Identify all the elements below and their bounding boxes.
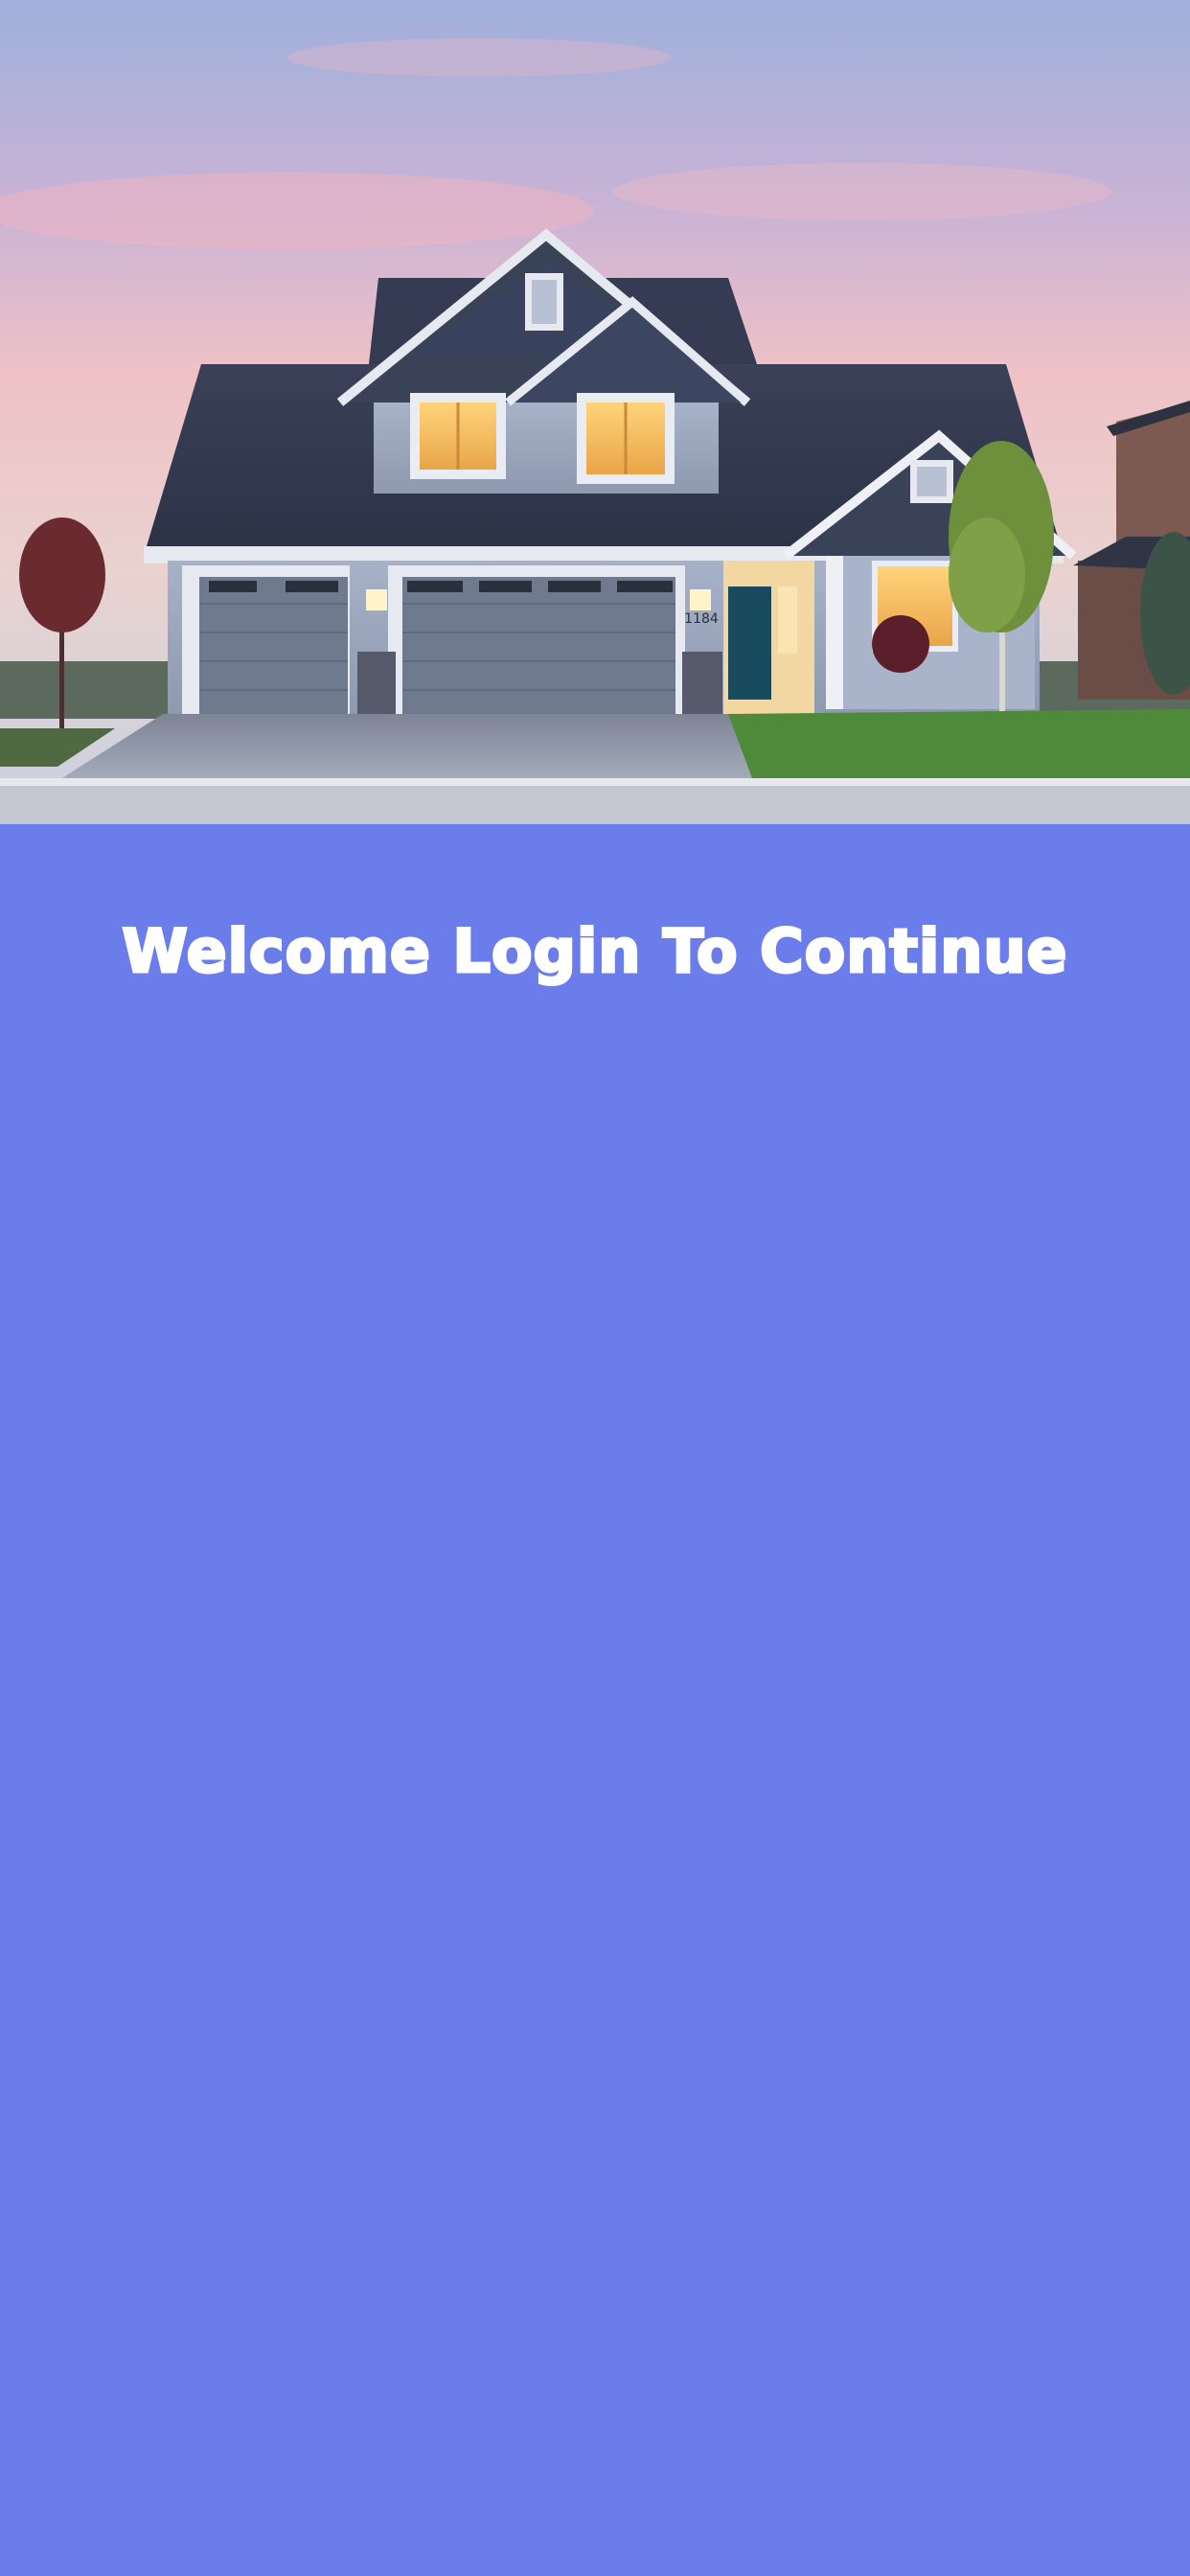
house-photo: 1184	[0, 0, 1190, 824]
house-number: 1184	[684, 611, 719, 627]
hero-house-image: 1184	[0, 0, 1190, 824]
welcome-title: Welcome Login To Continue	[121, 916, 1068, 986]
login-panel: Welcome Login To Continue	[0, 824, 1190, 2576]
